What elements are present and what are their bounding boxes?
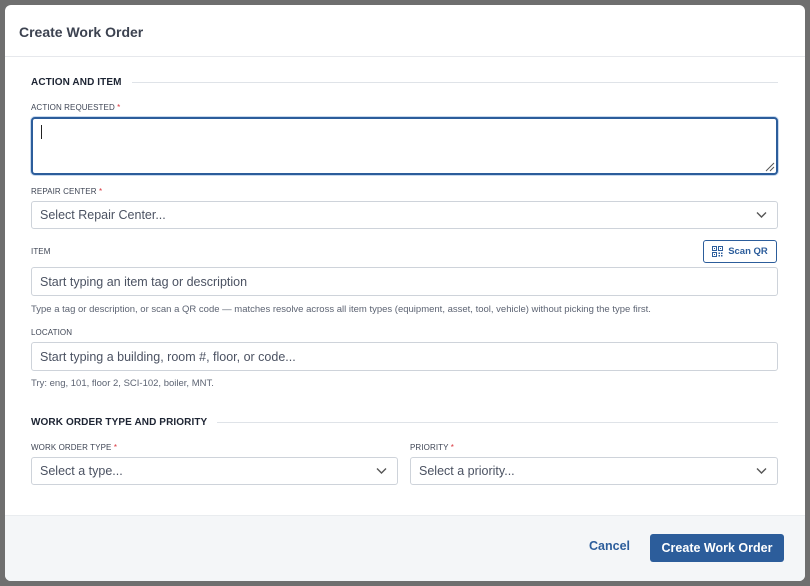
required-marker: * [113,443,118,452]
chevron-down-icon [756,468,767,474]
item-search-input[interactable]: Start typing an item tag or description [31,267,778,296]
section-title-type-priority: WORK ORDER TYPE AND PRIORITY [31,416,208,428]
required-marker: * [450,443,454,452]
section-action-item: ACTION AND ITEM [31,75,778,89]
required-marker: * [117,103,121,112]
item-hint: Type a tag or description, or scan a QR … [31,304,651,315]
location-search-input[interactable]: Start typing a building, room #, floor, … [31,342,778,371]
dialog-title: Create Work Order [19,24,144,40]
repair-center-label: REPAIR CENTER * [31,187,103,196]
location-placeholder: Start typing a building, room #, floor, … [40,349,296,364]
create-work-order-dialog: Create Work Order ACTION AND ITEM ACTION… [5,5,805,581]
create-work-order-button[interactable]: Create Work Order [650,534,784,562]
scan-qr-label: Scan QR [728,246,768,257]
work-order-type-placeholder: Select a type... [40,464,123,478]
section-divider [131,81,778,83]
text-caret [41,125,42,139]
section-title-action-item: ACTION AND ITEM [31,76,122,88]
chevron-down-icon [376,468,387,474]
work-order-type-select[interactable]: Select a type... [31,457,398,485]
priority-select[interactable]: Select a priority... [410,457,778,485]
qr-code-icon [712,246,724,257]
item-placeholder: Start typing an item tag or description [40,274,248,289]
resize-grip-icon[interactable] [763,160,775,172]
repair-center-placeholder: Select Repair Center... [40,208,166,222]
required-marker: * [98,187,103,196]
location-hint: Try: eng, 101, floor 2, SCI-102, boiler,… [31,378,214,389]
priority-placeholder: Select a priority... [419,464,515,478]
repair-center-select[interactable]: Select Repair Center... [31,201,778,229]
work-order-type-label: WORK ORDER TYPE * [31,443,118,452]
action-requested-label: ACTION REQUESTED * [31,103,121,112]
action-requested-textarea[interactable] [31,117,778,175]
item-label: ITEM [31,247,51,256]
section-divider [217,421,778,423]
dialog-header: Create Work Order [5,5,805,57]
cancel-button[interactable]: Cancel [589,539,630,553]
location-label: LOCATION [31,328,73,337]
scan-qr-button[interactable]: Scan QR [703,240,777,263]
chevron-down-icon [756,212,767,218]
priority-label: PRIORITY * [410,443,454,452]
section-type-priority: WORK ORDER TYPE AND PRIORITY [31,415,778,429]
